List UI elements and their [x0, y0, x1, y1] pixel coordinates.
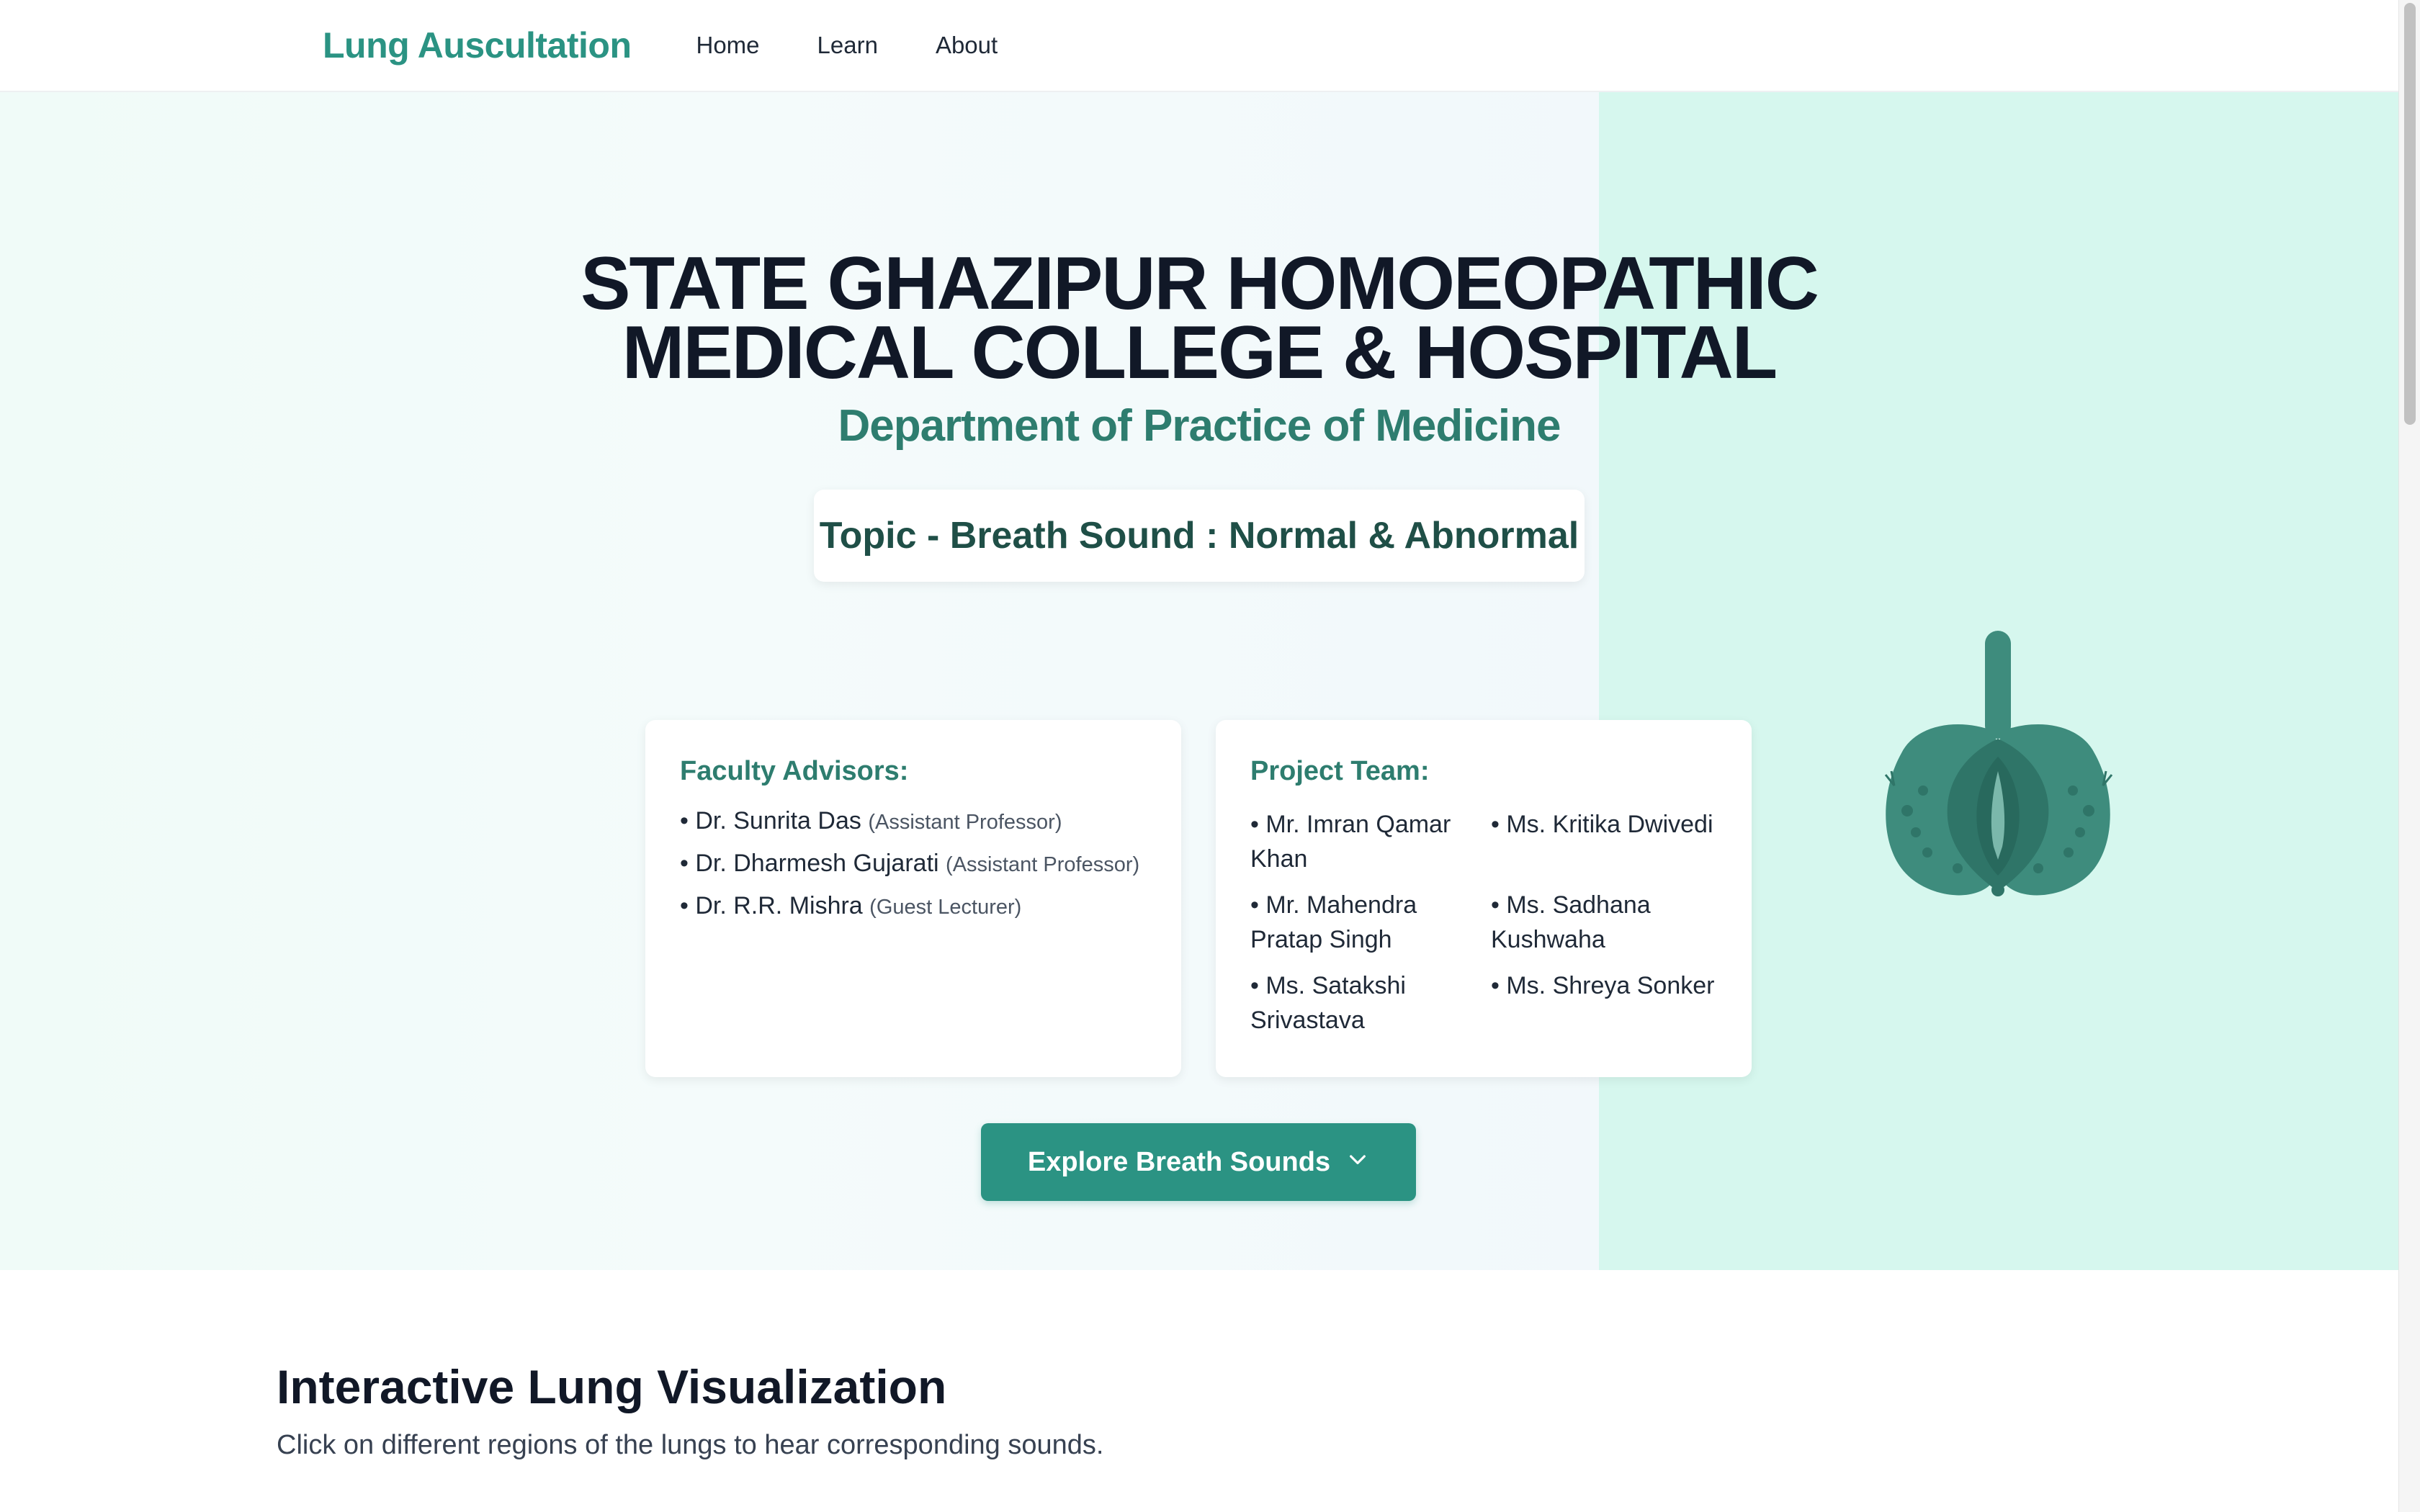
title-line-2: MEDICAL COLLEGE & HOSPITAL	[622, 311, 1778, 395]
department-subtitle: Department of Practice of Medicine	[838, 401, 1561, 451]
team-heading: Project Team:	[1250, 756, 1430, 786]
lungs-icon	[1873, 631, 2125, 919]
explore-breath-sounds-button[interactable]: Explore Breath Sounds	[981, 1123, 1416, 1201]
team-member: • Ms. Shreya Sonker	[1491, 972, 1715, 999]
topic-banner: Topic - Breath Sound : Normal & Abnormal	[814, 490, 1585, 582]
faculty-item: • Dr. Sunrita Das (Assistant Professor)	[680, 807, 1147, 835]
faculty-role: (Assistant Professor)	[946, 853, 1140, 876]
nav-link-home[interactable]: Home	[696, 32, 760, 59]
team-list: • Mr. Imran Qamar Khan • Ms. Kritika Dwi…	[1250, 807, 1717, 1038]
chevron-down-icon	[1346, 1147, 1369, 1178]
faculty-heading: Faculty Advisors:	[680, 756, 909, 786]
hero-section: STATE GHAZIPUR HOMOEOPATHIC MEDICAL COLL…	[0, 92, 2398, 1270]
project-team-card: Project Team: • Mr. Imran Qamar Khan • M…	[1216, 720, 1752, 1077]
faculty-role: (Assistant Professor)	[868, 811, 1062, 834]
brand-logo[interactable]: Lung Auscultation	[323, 24, 632, 66]
faculty-name: • Dr. Dharmesh Gujarati	[680, 850, 939, 877]
faculty-role: (Guest Lecturer)	[869, 896, 1022, 919]
nav-link-learn[interactable]: Learn	[817, 32, 878, 59]
team-member: • Ms. Kritika Dwivedi	[1491, 811, 1713, 838]
section-title: Interactive Lung Visualization	[277, 1360, 947, 1413]
team-member: • Mr. Mahendra Pratap Singh	[1250, 891, 1417, 953]
scrollbar-thumb[interactable]	[2404, 3, 2416, 425]
page-title: STATE GHAZIPUR HOMOEOPATHIC MEDICAL COLL…	[0, 246, 2398, 390]
explore-button-label: Explore Breath Sounds	[1027, 1146, 1331, 1177]
faculty-item: • Dr. Dharmesh Gujarati (Assistant Profe…	[680, 850, 1147, 878]
faculty-item: • Dr. R.R. Mishra (Guest Lecturer)	[680, 892, 1147, 920]
faculty-name: • Dr. Sunrita Das	[680, 807, 861, 834]
faculty-advisors-card: Faculty Advisors: • Dr. Sunrita Das (Ass…	[645, 720, 1181, 1077]
team-member: • Mr. Imran Qamar Khan	[1250, 811, 1451, 873]
faculty-name: • Dr. R.R. Mishra	[680, 892, 863, 919]
nav-link-about[interactable]: About	[936, 32, 998, 59]
section-description: Click on different regions of the lungs …	[277, 1430, 1104, 1460]
team-member: • Ms. Satakshi Srivastava	[1250, 972, 1406, 1034]
team-member: • Ms. Sadhana Kushwaha	[1491, 891, 1651, 953]
top-navbar: Lung Auscultation Home Learn About	[0, 0, 2398, 92]
